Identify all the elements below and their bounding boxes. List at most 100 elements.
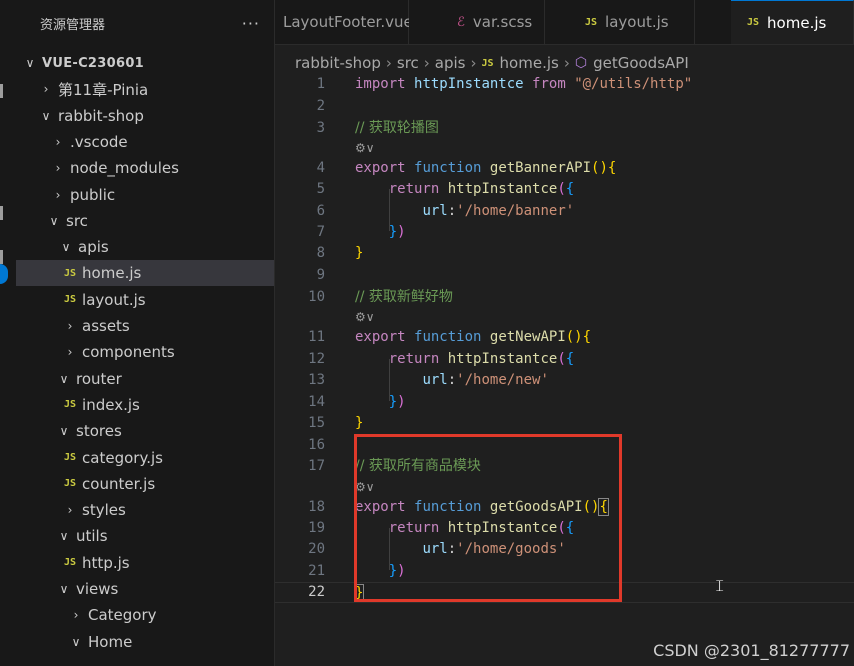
tree-item-label: Home (88, 632, 133, 651)
line-number: 16 (308, 437, 325, 453)
scss-icon: ℰ (457, 14, 465, 30)
tree-item-label: http.js (82, 553, 130, 572)
js-file-icon: JS (585, 16, 598, 28)
folder-item[interactable]: ∨ utils (16, 523, 274, 549)
js-file-icon: JS (481, 57, 494, 69)
chevron-right-icon: › (73, 608, 79, 623)
folder-item[interactable]: ∨ Home (16, 629, 274, 655)
tree-item-label: VUE-C230601 (42, 55, 145, 71)
code-comment: // 获取轮播图 (355, 120, 439, 136)
file-item[interactable]: JS http.js (16, 550, 274, 576)
tab-label: var.scss (472, 13, 533, 31)
file-item[interactable]: JS layout.js (16, 287, 274, 313)
source-control-badge[interactable] (0, 264, 8, 284)
folder-item[interactable]: › components (16, 339, 274, 365)
code-line: url:'/home/banner' (422, 203, 575, 219)
folder-item[interactable]: ∨ src (16, 208, 274, 234)
folder-item[interactable]: › 第11章-Pinia (16, 76, 274, 102)
watermark: CSDN @2301_81277777 (653, 641, 850, 660)
folder-item[interactable]: › node_modules (16, 155, 274, 181)
more-actions-icon[interactable]: ··· (242, 14, 260, 33)
tree-item-label: rabbit-shop (58, 106, 144, 125)
js-file-icon: JS (64, 267, 77, 279)
tab-home-js[interactable]: JS home.js (731, 0, 854, 44)
tab-layoutfooter-vue[interactable]: LayoutFooter.vue (275, 0, 413, 44)
js-file-icon: JS (64, 452, 77, 463)
tab-var-scss[interactable]: ℰ var.scss (409, 0, 545, 44)
explorer-title: 资源管理器 (40, 17, 106, 33)
tree-item-label: layout.js (82, 290, 146, 309)
folder-item[interactable]: › Category (16, 602, 274, 628)
code-line: }) (388, 394, 406, 410)
codelens-icon[interactable]: ⚙∨ (355, 140, 375, 157)
code-line: export function getNewAPI(){ (355, 329, 592, 345)
chevron-right-icon: › (385, 54, 392, 72)
tree-item-label: .vscode (70, 132, 128, 151)
folder-item[interactable]: › .vscode (16, 129, 274, 155)
breadcrumb-item[interactable]: rabbit-shop (295, 54, 381, 72)
code-line: import httpInstantce from "@/utils/http" (355, 76, 693, 92)
chevron-down-icon: ∨ (59, 371, 69, 386)
chevron-down-icon: ∨ (59, 424, 69, 439)
annotation-highlight-box (354, 434, 622, 602)
folder-item[interactable]: › styles (16, 497, 274, 523)
code-line: } (355, 415, 364, 431)
folder-item[interactable]: ∨ rabbit-shop (16, 103, 274, 129)
folder-item[interactable]: ∨ VUE-C230601 (16, 50, 274, 76)
chevron-right-icon: › (55, 161, 61, 176)
tree-item-label: utils (76, 527, 108, 546)
code-comment: // 获取新鲜好物 (355, 289, 453, 305)
file-item[interactable]: JS category.js (16, 445, 274, 471)
file-item[interactable]: JS index.js (16, 392, 274, 418)
folder-item[interactable]: ∨ apis (16, 234, 274, 260)
breadcrumb: rabbit-shop › src › apis › JS home.js › ⬡ getG… (295, 52, 689, 74)
breadcrumb-item[interactable]: home.js (500, 54, 559, 72)
tree-item-label: views (76, 580, 119, 598)
tree-item-label: counter.js (82, 474, 156, 493)
line-number: 2 (316, 98, 325, 114)
tab-label: home.js (767, 13, 827, 32)
method-icon: ⬡ (574, 55, 588, 71)
folder-item[interactable]: ∨ router (16, 366, 274, 392)
code-line: url:'/home/new' (422, 372, 549, 388)
text-cursor-icon: 𝙸 (714, 576, 726, 595)
js-file-icon: JS (64, 478, 77, 490)
file-item[interactable]: JS home.js (16, 260, 274, 287)
code-line: } (355, 245, 364, 261)
editor-tabs: LayoutFooter.vue ℰ var.scss JS layout.js… (275, 0, 854, 45)
tree-item-label: apis (78, 238, 109, 257)
line-number: 9 (316, 267, 325, 283)
folder-item[interactable]: ∨ views (16, 576, 274, 602)
folder-item[interactable]: › public (16, 182, 274, 208)
folder-item[interactable]: › assets (16, 313, 274, 339)
js-file-icon: JS (64, 294, 77, 306)
code-line: return httpInstantce({ (388, 181, 575, 197)
chevron-down-icon: ∨ (59, 582, 69, 596)
js-file-icon: JS (747, 17, 760, 28)
tab-layout-js[interactable]: JS layout.js (545, 0, 695, 44)
chevron-down-icon: ∨ (25, 56, 35, 70)
folder-item[interactable]: ∨ stores (16, 418, 274, 444)
breadcrumb-item[interactable]: apis (435, 54, 466, 72)
codelens-icon[interactable]: ⚙∨ (355, 309, 375, 326)
tree-item-label: components (82, 343, 175, 362)
breadcrumb-item[interactable]: src (397, 54, 419, 72)
activity-indicator (0, 250, 3, 264)
tree-item-label: category.js (82, 448, 163, 467)
file-item[interactable]: JS counter.js (16, 471, 274, 497)
chevron-right-icon: › (423, 54, 430, 72)
tree-item-label: index.js (82, 395, 140, 414)
tree-item-label: node_modules (70, 159, 179, 178)
chevron-right-icon: › (67, 503, 73, 518)
chevron-down-icon: ∨ (49, 213, 59, 228)
chevron-down-icon: ∨ (61, 240, 71, 255)
code-line: export function getBannerAPI(){ (355, 160, 617, 176)
breadcrumb-item[interactable]: getGoodsAPI (593, 54, 689, 72)
explorer-sidebar: 资源管理器 ··· ∨ VUE-C230601 › 第11章-Pinia ∨ rabbit… (16, 0, 275, 666)
chevron-down-icon: ∨ (41, 108, 51, 123)
chevron-right-icon: › (55, 134, 61, 149)
tree-item-label: src (66, 211, 88, 230)
tree-item-label: router (76, 369, 122, 388)
tree-item-label: public (70, 185, 116, 204)
code-line: }) (388, 224, 406, 240)
